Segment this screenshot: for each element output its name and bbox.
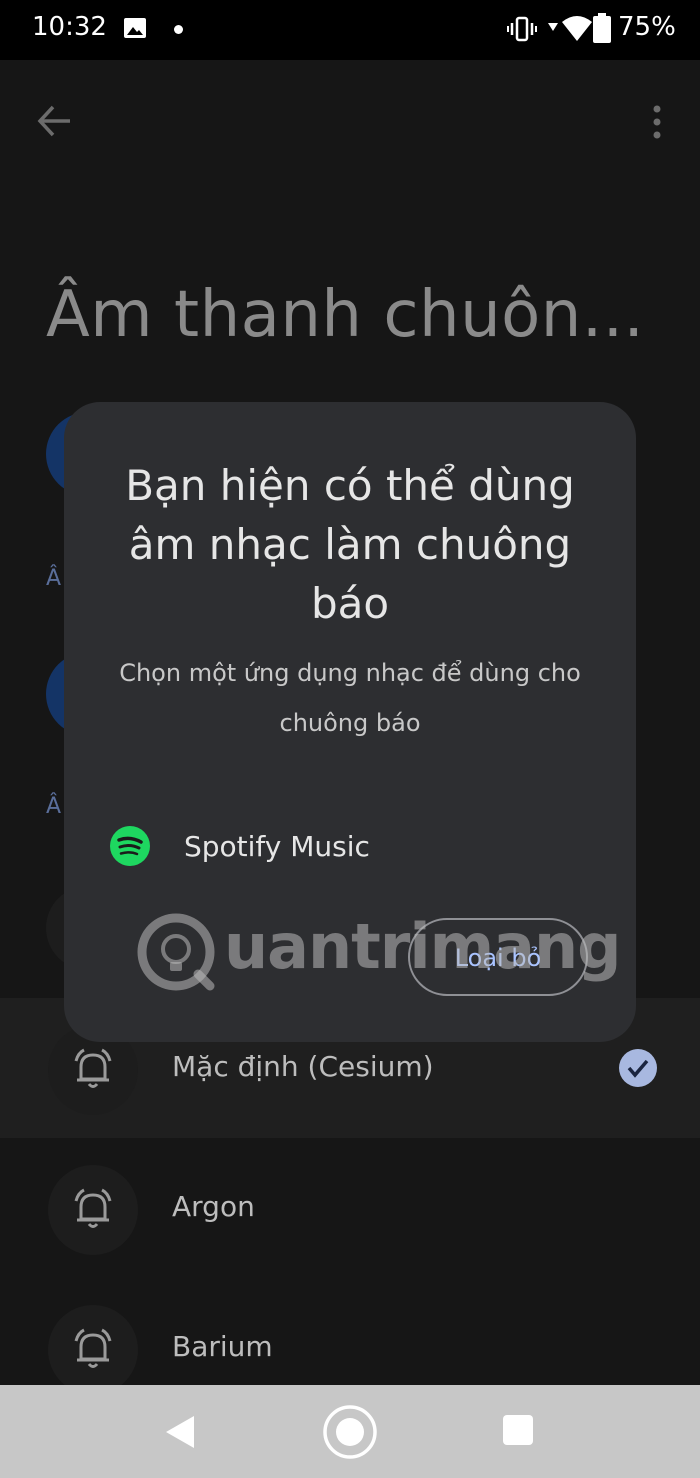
alarm-bell-icon	[74, 1048, 112, 1088]
page-title: Âm thanh chuôn...	[46, 278, 645, 352]
more-options-icon[interactable]	[648, 104, 666, 140]
spotify-option[interactable]: Spotify Music	[94, 812, 606, 882]
nav-home-icon[interactable]	[322, 1404, 378, 1460]
music-alarm-dialog: Bạn hiện có thể dùng âm nhạc làm chuông …	[64, 402, 636, 1042]
spotify-icon	[110, 826, 150, 866]
ringtone-label: Barium	[172, 1330, 273, 1363]
status-time: 10:32	[32, 12, 107, 42]
section-header: Â	[46, 566, 62, 591]
alarm-bell-icon-container	[48, 1165, 138, 1255]
ringtone-item-barium[interactable]: Barium	[0, 1278, 700, 1385]
ringtone-label: Argon	[172, 1190, 255, 1223]
alarm-bell-icon-container	[48, 1305, 138, 1385]
dialog-title: Bạn hiện có thể dùng âm nhạc làm chuông …	[125, 461, 575, 628]
wifi-icon	[562, 16, 592, 41]
battery-percentage: 75%	[618, 12, 676, 42]
dismiss-button[interactable]: Loại bỏ	[408, 918, 588, 996]
data-signal-icon	[548, 23, 558, 31]
image-notification-icon	[124, 18, 146, 38]
dialog-subtitle: Chọn một ứng dụng nhạc để dùng cho chuôn…	[119, 659, 581, 737]
battery-icon	[593, 13, 611, 43]
notification-dot-icon	[174, 25, 183, 34]
section-header: Â	[46, 794, 62, 819]
nav-recents-icon[interactable]	[503, 1415, 533, 1445]
selected-check-icon	[619, 1049, 657, 1087]
navigation-bar	[0, 1385, 700, 1478]
dismiss-button-label: Loại bỏ	[454, 944, 542, 972]
ringtone-item-argon[interactable]: Argon	[0, 1138, 700, 1278]
alarm-bell-icon	[74, 1188, 112, 1228]
back-arrow-icon[interactable]	[36, 102, 74, 140]
vibrate-icon	[507, 16, 537, 42]
spotify-label: Spotify Music	[184, 830, 370, 863]
ringtone-label: Mặc định (Cesium)	[172, 1050, 434, 1083]
alarm-bell-icon	[74, 1328, 112, 1368]
status-bar: 10:32 75%	[0, 0, 700, 60]
nav-back-icon[interactable]	[164, 1415, 196, 1449]
